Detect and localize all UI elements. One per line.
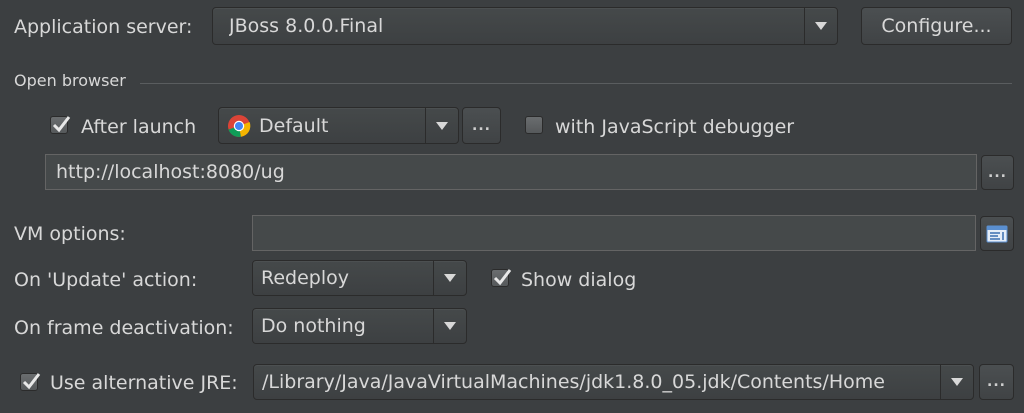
application-server-value: JBoss 8.0.0.Final	[229, 15, 384, 37]
jre-path-combo[interactable]: /Library/Java/JavaVirtualMachines/jdk1.8…	[253, 364, 974, 400]
browser-combo[interactable]: Default	[218, 107, 459, 144]
js-debugger-label: with JavaScript debugger	[555, 116, 795, 138]
configure-label: Configure...	[881, 15, 992, 37]
frame-deactivation-label: On frame deactivation:	[14, 317, 234, 339]
configure-button[interactable]: Configure...	[861, 7, 1012, 45]
browser-value: Default	[259, 114, 329, 137]
browse-dots: ...	[472, 117, 491, 134]
chrome-icon	[228, 114, 251, 137]
chevron-down-icon[interactable]	[433, 309, 466, 343]
after-launch-label: After launch	[81, 116, 197, 138]
browse-dots: ...	[988, 164, 1007, 181]
browse-dots: ...	[987, 374, 1006, 390]
checkmark-icon	[22, 373, 41, 390]
jre-browse-button[interactable]: ...	[979, 364, 1014, 400]
jre-path-value: /Library/Java/JavaVirtualMachines/jdk1.8…	[262, 371, 885, 393]
checkmark-icon	[493, 269, 512, 286]
open-browser-section-title: Open browser	[14, 71, 126, 90]
application-server-label: Application server:	[14, 16, 193, 38]
url-browse-button[interactable]: ...	[981, 155, 1014, 190]
application-server-combo[interactable]: JBoss 8.0.0.Final	[212, 7, 838, 45]
vm-options-field[interactable]	[252, 215, 976, 251]
alternative-jre-checkbox[interactable]	[20, 373, 41, 391]
browser-browse-button[interactable]: ...	[462, 107, 501, 144]
chevron-down-icon[interactable]	[804, 8, 837, 44]
show-dialog-label: Show dialog	[521, 269, 637, 291]
chevron-down-icon[interactable]	[433, 261, 466, 295]
update-action-value: Redeploy	[261, 267, 349, 289]
url-field[interactable]: http://localhost:8080/ug	[45, 154, 977, 190]
browser-value-wrap: Default	[227, 108, 328, 143]
section-separator	[140, 83, 1012, 84]
expand-editor-icon	[986, 225, 1008, 242]
expand-editor-button[interactable]	[980, 216, 1014, 251]
after-launch-checkbox[interactable]	[50, 116, 71, 134]
update-action-label: On 'Update' action:	[14, 269, 198, 291]
frame-deactivation-value: Do nothing	[261, 315, 366, 337]
chevron-down-icon[interactable]	[940, 365, 973, 399]
frame-deactivation-combo[interactable]: Do nothing	[252, 308, 467, 344]
js-debugger-checkbox[interactable]	[525, 116, 543, 134]
alternative-jre-label: Use alternative JRE:	[50, 372, 238, 394]
vm-options-label: VM options:	[14, 223, 126, 245]
chevron-down-icon[interactable]	[425, 108, 458, 143]
show-dialog-checkbox[interactable]	[491, 269, 512, 287]
url-value: http://localhost:8080/ug	[56, 161, 285, 183]
checkmark-icon	[52, 116, 71, 133]
update-action-combo[interactable]: Redeploy	[252, 260, 467, 296]
